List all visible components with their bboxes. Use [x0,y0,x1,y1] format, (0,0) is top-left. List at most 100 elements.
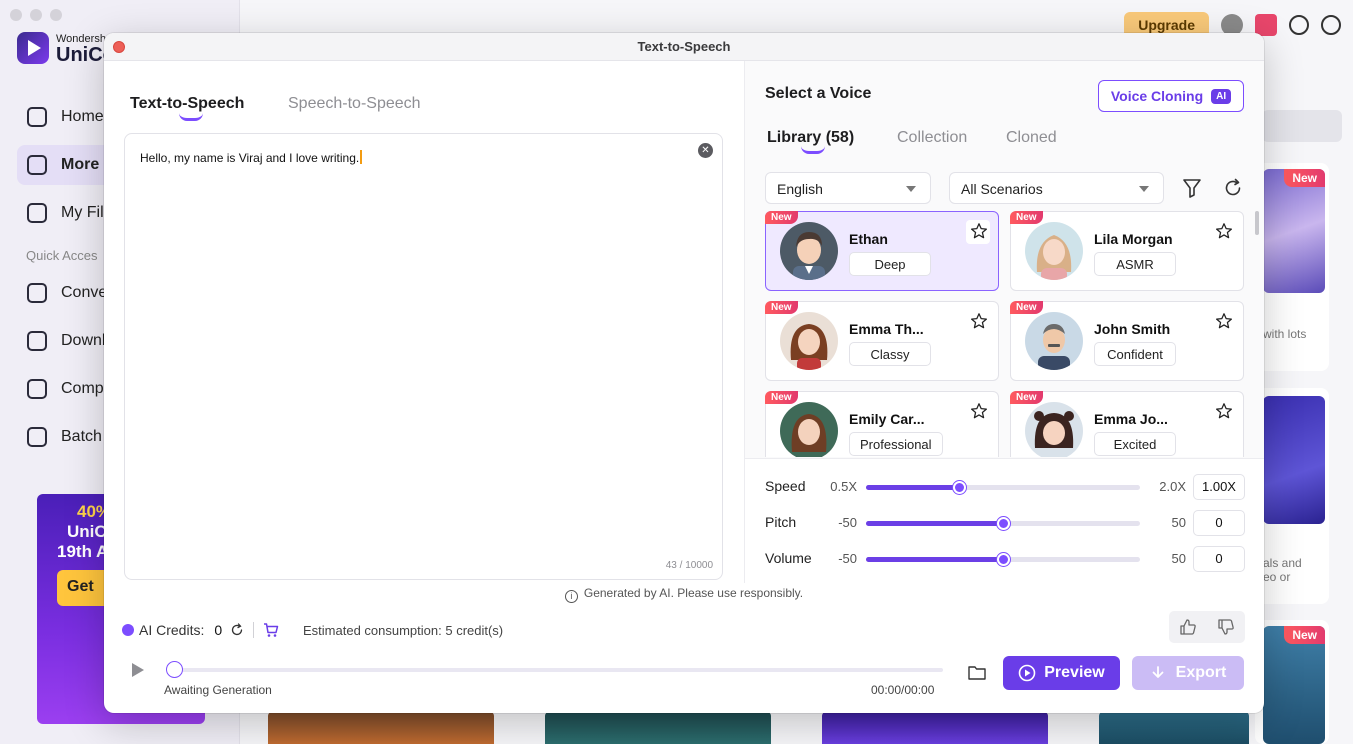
close-window-button[interactable] [10,9,22,21]
chat-icon[interactable] [1289,15,1309,35]
text-to-speech-dialog: Text-to-Speech Text-to-Speech Speech-to-… [104,33,1264,713]
refresh-icon[interactable] [1223,178,1243,198]
volume-knob[interactable] [997,553,1010,566]
star-icon[interactable] [1215,402,1233,420]
star-icon[interactable] [1215,222,1233,240]
editor-text-wrapper: Hello, my name is Viraj and I love writi… [140,150,363,165]
clear-text-icon[interactable]: ✕ [698,143,713,158]
voice-style-tag: Deep [849,252,931,276]
headset-icon[interactable] [1321,15,1341,35]
volume-value-input[interactable]: 0 [1193,546,1245,572]
tab-library[interactable]: Library (58) [767,129,854,147]
voice-name: Emily Car... [849,411,925,427]
play-circle-icon [1018,664,1036,682]
background-thumbnail [1099,712,1249,744]
volume-row: Volume -50 50 0 [745,546,1264,572]
file-icon [27,203,47,223]
playback-time: 00:00/00:00 [871,683,935,697]
voice-name: Emma Jo... [1094,411,1168,427]
avatar [1025,312,1083,370]
voice-card-emma-jo[interactable]: New Emma Jo... Excited [1010,391,1244,457]
voice-name: Lila Morgan [1094,231,1173,247]
pitch-slider[interactable] [866,517,1140,530]
language-dropdown[interactable]: English [765,172,931,204]
feedback-buttons [1169,611,1245,643]
window-controls [10,9,62,21]
tab-cloned[interactable]: Cloned [1006,129,1057,147]
voice-name: John Smith [1094,321,1171,337]
voice-card-lila-morgan[interactable]: New Lila Morgan ASMR [1010,211,1244,291]
filter-icon[interactable] [1183,178,1201,198]
preview-button[interactable]: Preview [1003,656,1120,690]
folder-icon[interactable] [968,664,986,680]
avatar [1025,222,1083,280]
pitch-fill [866,521,1003,526]
voice-card-ethan[interactable]: New Ethan Deep [765,211,999,291]
cart-icon[interactable] [263,622,279,638]
text-editor[interactable]: Hello, my name is Viraj and I love writi… [124,133,723,580]
new-badge: New [1010,211,1043,224]
voice-card-emma-th[interactable]: New Emma Th... Classy [765,301,999,381]
uniconverter-logo [17,32,49,64]
new-badge: New [765,301,798,314]
background-card[interactable]: New [1255,620,1329,744]
minimize-window-button[interactable] [30,9,42,21]
volume-fill [866,557,1003,562]
library-tab-indicator [801,146,825,154]
avatar [780,222,838,280]
thumbs-up-icon[interactable] [1179,618,1197,636]
background-search[interactable] [1262,110,1342,142]
new-badge: New [765,211,798,224]
select-voice-heading: Select a Voice [765,85,872,102]
editor-content[interactable]: Hello, my name is Viraj and I love writi… [140,151,359,165]
tab-speech-to-speech[interactable]: Speech-to-Speech [288,95,421,113]
pitch-min: -50 [838,515,857,530]
download-icon [27,331,47,351]
credit-icon [122,624,134,636]
voice-card-john-smith[interactable]: New John Smith Confident [1010,301,1244,381]
thumbs-down-icon[interactable] [1217,618,1235,636]
star-icon[interactable] [970,222,988,240]
speed-knob[interactable] [953,481,967,494]
star-icon[interactable] [1215,312,1233,330]
star-icon[interactable] [970,402,988,420]
tab-collection[interactable]: Collection [897,129,967,147]
voice-name: Ethan [849,231,888,247]
voice-cloning-button[interactable]: Voice Cloning AI [1098,80,1244,112]
play-icon[interactable] [131,662,145,678]
scenario-dropdown[interactable]: All Scenarios [949,172,1164,204]
dialog-titlebar: Text-to-Speech [104,33,1264,61]
pitch-value-input[interactable]: 0 [1193,510,1245,536]
refresh-credits-icon[interactable] [230,623,244,637]
playback-knob[interactable] [166,661,183,678]
star-icon[interactable] [970,312,988,330]
speed-slider[interactable] [866,481,1140,494]
voice-style-tag: Excited [1094,432,1176,456]
home-icon [27,107,47,127]
volume-slider[interactable] [866,553,1140,566]
volume-min: -50 [838,551,857,566]
pitch-knob[interactable] [997,517,1010,530]
voice-settings: Speed 0.5X 2.0X 1.00X Pitch -50 50 0 Vol… [744,458,1264,583]
background-card[interactable]: als and eo or [1255,388,1329,604]
voice-list-scrollbar[interactable] [1255,211,1259,235]
zoom-window-button[interactable] [50,9,62,21]
compress-icon [27,379,47,399]
avatar [1025,402,1083,457]
tab-text-to-speech[interactable]: Text-to-Speech [130,95,244,113]
pitch-max: 50 [1171,515,1186,530]
export-button[interactable]: Export [1132,656,1244,690]
speed-label: Speed [765,478,806,494]
info-icon: i [564,590,578,603]
voice-card-emily-car[interactable]: New Emily Car... Professional [765,391,999,457]
voice-list: New Ethan Deep New Lila Morgan ASMR New … [765,211,1255,457]
volume-label: Volume [765,550,812,566]
background-card[interactable]: New with lots [1255,163,1329,371]
new-badge: New [1010,301,1043,314]
chevron-down-icon [1139,186,1149,192]
new-badge: New [765,391,798,404]
speed-value-input[interactable]: 1.00X [1193,474,1245,500]
playback-progress[interactable] [172,668,943,672]
credits-value: 0 [214,622,223,638]
voice-style-tag: Confident [1094,342,1176,366]
